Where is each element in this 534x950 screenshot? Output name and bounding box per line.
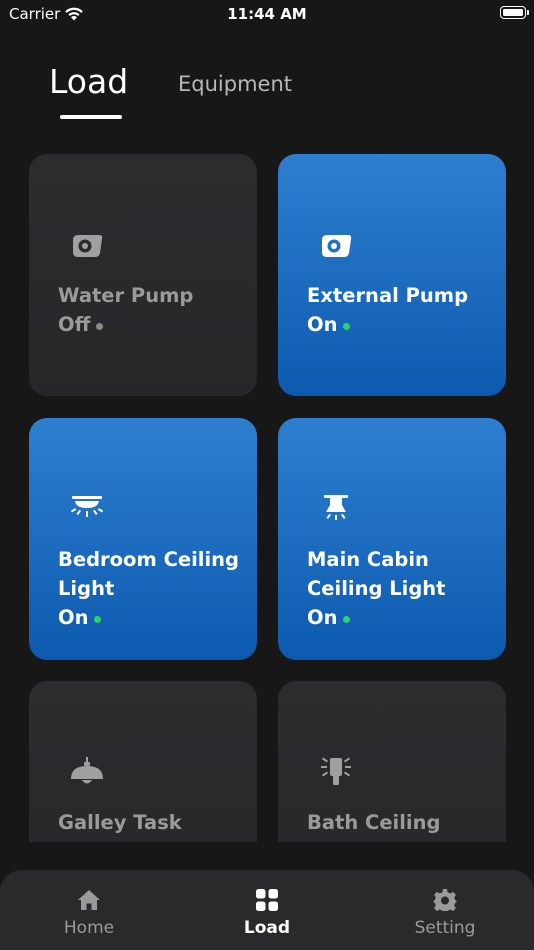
load-state: On	[307, 606, 338, 629]
nav-setting[interactable]: Setting	[356, 870, 534, 950]
battery-icon	[500, 6, 529, 19]
load-state-row: Off	[58, 310, 243, 339]
ceiling-light-icon	[67, 490, 107, 526]
gear-icon	[433, 888, 457, 912]
home-icon	[77, 888, 101, 912]
state-indicator-dot	[343, 616, 351, 623]
load-card-water-pump[interactable]: Water Pump Off	[29, 154, 257, 396]
tab-load[interactable]: Load	[49, 62, 128, 101]
load-card-label: Bath Ceiling Light	[307, 808, 492, 842]
load-name: Bath Ceiling Light	[307, 811, 441, 842]
clock: 11:44 AM	[227, 5, 307, 23]
pump-icon	[67, 226, 107, 262]
pump-icon	[316, 226, 356, 262]
state-indicator-dot	[96, 323, 104, 330]
load-card-external-pump[interactable]: External Pump On	[278, 154, 506, 396]
load-name: Water Pump	[58, 284, 194, 307]
state-indicator-dot	[94, 616, 102, 623]
status-bar: Carrier 11:44 AM	[0, 0, 534, 30]
load-state-row: On	[307, 310, 492, 339]
load-card-main-cabin-ceiling-light[interactable]: Main Cabin Ceiling Light On	[278, 418, 506, 660]
nav-home-label: Home	[63, 918, 115, 938]
load-name: Galley Task Light	[58, 811, 182, 842]
bottom-tab-bar: Home Load Setting	[0, 870, 534, 950]
load-card-label: Main Cabin Ceiling Light On	[307, 545, 492, 632]
load-card-bath-ceiling-light[interactable]: Bath Ceiling Light	[278, 681, 506, 842]
grid-icon	[255, 888, 279, 912]
load-name: Main Cabin Ceiling Light	[307, 548, 446, 600]
ceiling-lamp-icon	[316, 490, 356, 526]
load-card-galley-task-light[interactable]: Galley Task Light	[29, 681, 257, 842]
nav-load[interactable]: Load	[178, 870, 356, 950]
load-card-label: Galley Task Light	[58, 808, 243, 842]
load-card-label: Water Pump Off	[58, 281, 243, 339]
nav-setting-label: Setting	[414, 918, 476, 938]
state-indicator-dot	[343, 323, 351, 330]
load-grid[interactable]: Water Pump Off External Pump On Bedroom …	[0, 130, 534, 842]
nav-load-label: Load	[243, 918, 291, 938]
nav-home[interactable]: Home	[0, 870, 178, 950]
tab-equipment[interactable]: Equipment	[178, 72, 292, 96]
load-state: Off	[58, 313, 91, 336]
load-card-label: Bedroom Ceiling Light On	[58, 545, 243, 632]
load-state-row: On	[307, 603, 492, 632]
load-name: Bedroom Ceiling Light	[58, 548, 239, 600]
load-state-row: On	[58, 603, 243, 632]
bulb-rays-icon	[316, 753, 356, 789]
tab-active-indicator	[60, 115, 122, 119]
pendant-lamp-icon	[67, 753, 107, 789]
load-name: External Pump	[307, 284, 469, 307]
load-state: On	[307, 313, 338, 336]
load-card-label: External Pump On	[307, 281, 492, 339]
load-card-bedroom-ceiling-light[interactable]: Bedroom Ceiling Light On	[29, 418, 257, 660]
load-state: On	[58, 606, 89, 629]
